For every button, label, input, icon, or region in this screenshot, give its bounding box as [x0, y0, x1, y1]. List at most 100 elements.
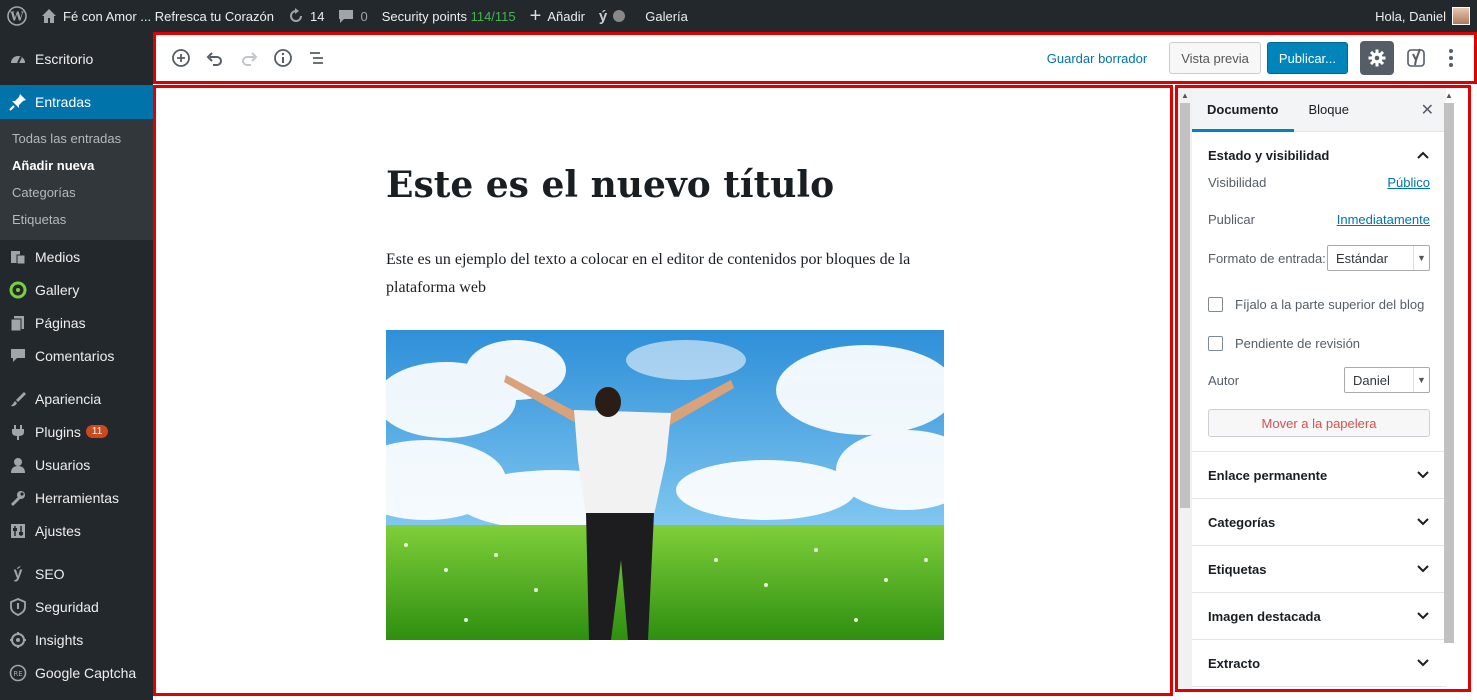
plus-icon: +: [529, 4, 542, 27]
chevron-down-icon: [1416, 656, 1430, 671]
menu-item-seguridad[interactable]: Seguridad: [0, 590, 153, 623]
comments-link[interactable]: 0: [331, 0, 374, 32]
panel-featured-image: Imagen destacada: [1192, 593, 1446, 640]
more-options-icon[interactable]: [1434, 41, 1468, 75]
menu-label: Google Captcha: [35, 664, 137, 681]
menu-item-apariencia[interactable]: Apariencia: [0, 382, 153, 415]
chevron-down-icon: [1416, 609, 1430, 624]
block-navigation-icon[interactable]: [300, 41, 334, 75]
wrench-icon: [9, 489, 27, 507]
wordpress-logo-icon[interactable]: W: [0, 0, 34, 32]
media-icon: [9, 248, 27, 266]
menu-label: Apariencia: [35, 390, 102, 407]
settings-gear-icon[interactable]: [1360, 41, 1394, 75]
redo-icon[interactable]: [232, 41, 266, 75]
submenu-categorias[interactable]: Categorías: [0, 179, 153, 206]
panel-toggle-excerpt[interactable]: Extracto: [1192, 640, 1446, 686]
author-label: Autor: [1208, 372, 1240, 388]
tab-bloque[interactable]: Bloque: [1294, 88, 1364, 132]
menu-label: Usuarios: [35, 456, 91, 473]
menu-item-herramientas[interactable]: Herramientas: [0, 481, 153, 514]
sidebar-scroll-up-icon[interactable]: ▲: [1442, 88, 1456, 102]
admin-menu: Escritorio Entradas Todas las entradas A…: [0, 32, 153, 700]
post-title[interactable]: Este es el nuevo título: [386, 164, 834, 206]
menu-label: Escritorio: [35, 50, 94, 67]
updates-count: 14: [309, 8, 325, 24]
menu-item-plugins[interactable]: Plugins 11: [0, 415, 153, 448]
menu-item-usuarios[interactable]: Usuarios: [0, 448, 153, 481]
site-name: Fé con Amor ... Refresca tu Corazón: [63, 8, 274, 24]
admin-bar: W Fé con Amor ... Refresca tu Corazón 14…: [0, 0, 1477, 32]
paragraph-block[interactable]: Este es un ejemplo del texto a colocar e…: [386, 246, 956, 302]
updates-link[interactable]: 14: [281, 0, 331, 32]
gallery-link[interactable]: Galería: [638, 0, 695, 32]
panel-tags: Etiquetas: [1192, 546, 1446, 593]
canvas-scrollbar[interactable]: ▲: [1178, 88, 1192, 689]
author-select[interactable]: Daniel ▼: [1344, 367, 1430, 393]
editor-canvas[interactable]: Este es el nuevo título Este es un ejemp…: [153, 85, 1173, 696]
menu-item-paginas[interactable]: Páginas: [0, 306, 153, 339]
panel-title: Categorías: [1208, 514, 1276, 530]
save-draft-button[interactable]: Guardar borrador: [1047, 51, 1147, 66]
menu-item-google-captcha[interactable]: RE Google Captcha: [0, 656, 153, 689]
close-icon[interactable]: ✕: [1421, 100, 1434, 120]
comments-icon: [9, 347, 27, 365]
greeting: Hola, Daniel: [1375, 8, 1446, 24]
publish-button[interactable]: Publicar...: [1266, 42, 1348, 74]
info-icon[interactable]: [266, 41, 300, 75]
menu-item-ajustes[interactable]: Ajustes: [0, 514, 153, 547]
author-value: Daniel: [1353, 372, 1390, 388]
yoast-seo-icon[interactable]: [1400, 41, 1434, 75]
move-to-trash-button[interactable]: Mover a la papelera: [1208, 409, 1430, 437]
scroll-up-icon[interactable]: ▲: [1178, 88, 1192, 102]
panel-toggle-permalink[interactable]: Enlace permanente: [1192, 452, 1446, 498]
menu-item-escritorio[interactable]: Escritorio: [0, 42, 153, 75]
brush-icon: [9, 390, 27, 408]
updates-icon: [288, 8, 304, 24]
security-points-link[interactable]: Security points 114/115: [375, 0, 523, 32]
my-account-link[interactable]: Hola, Daniel: [1368, 0, 1477, 32]
yoast-link[interactable]: ý: [592, 0, 638, 32]
panel-title: Estado y visibilidad: [1208, 147, 1330, 163]
publish-date-link[interactable]: Inmediatamente: [1337, 212, 1430, 227]
panel-title: Etiquetas: [1208, 561, 1267, 577]
menu-label: Insights: [35, 631, 84, 648]
pending-review-checkbox[interactable]: [1208, 335, 1223, 351]
menu-item-seo[interactable]: ý SEO: [0, 557, 153, 590]
visibility-link[interactable]: Público: [1387, 175, 1430, 190]
menu-label: SEO: [35, 565, 65, 582]
panel-toggle-categories[interactable]: Categorías: [1192, 499, 1446, 545]
chevron-down-icon: ▼: [1413, 246, 1429, 270]
sidebar-scrollbar-thumb[interactable]: [1444, 103, 1454, 643]
panel-toggle-featured-image[interactable]: Imagen destacada: [1192, 593, 1446, 639]
menu-item-entradas[interactable]: Entradas: [0, 85, 153, 119]
preview-button[interactable]: Vista previa: [1169, 42, 1261, 74]
menu-item-medios[interactable]: Medios: [0, 240, 153, 273]
menu-item-gallery[interactable]: Gallery: [0, 273, 153, 306]
submenu-anadir-nueva[interactable]: Añadir nueva: [0, 152, 153, 179]
editor-toolbar: Guardar borrador Vista previa Publicar..…: [153, 32, 1477, 84]
menu-label: Plugins: [35, 423, 81, 440]
post-format-label: Formato de entrada:: [1208, 250, 1326, 266]
menu-label: Medios: [35, 248, 81, 265]
menu-label: Herramientas: [35, 489, 120, 506]
canvas-scrollbar-thumb[interactable]: [1180, 103, 1190, 508]
comment-bubble-icon: [338, 8, 354, 24]
settings-sidebar: ▲ Documento Bloque ✕ Estado y visibilida…: [1175, 85, 1471, 692]
menu-item-comentarios[interactable]: Comentarios: [0, 339, 153, 372]
add-new-link[interactable]: + Añadir: [523, 0, 592, 32]
site-name-link[interactable]: Fé con Amor ... Refresca tu Corazón: [34, 0, 281, 32]
image-block[interactable]: [386, 330, 944, 640]
post-format-select[interactable]: Estándar ▼: [1327, 245, 1430, 271]
submenu-etiquetas[interactable]: Etiquetas: [0, 206, 153, 233]
security-label: Security points: [381, 8, 467, 24]
plugins-update-badge: 11: [85, 425, 109, 438]
undo-icon[interactable]: [198, 41, 232, 75]
tab-documento[interactable]: Documento: [1192, 88, 1294, 132]
menu-item-insights[interactable]: Insights: [0, 623, 153, 656]
add-block-icon[interactable]: [164, 41, 198, 75]
submenu-todas-las-entradas[interactable]: Todas las entradas: [0, 125, 153, 152]
security-value: 114/115: [470, 8, 516, 24]
sticky-checkbox[interactable]: [1208, 296, 1223, 312]
panel-toggle-tags[interactable]: Etiquetas: [1192, 546, 1446, 592]
